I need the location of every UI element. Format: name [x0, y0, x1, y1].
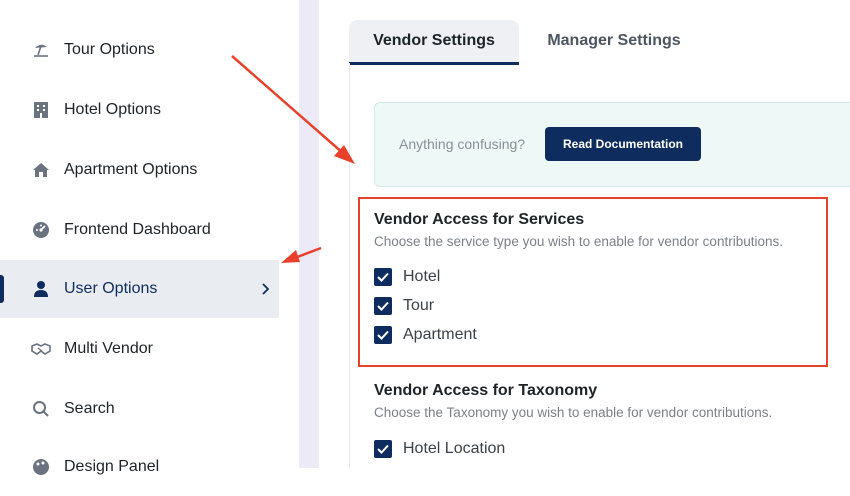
sidebar-item-design-panel[interactable]: Design Panel: [0, 438, 279, 496]
tab-vendor-settings[interactable]: Vendor Settings: [349, 20, 519, 65]
sidebar-item-multi-vendor[interactable]: Multi Vendor: [0, 320, 279, 378]
sidebar-item-label: Tour Options: [64, 41, 155, 58]
dashboard-gauge-icon: [31, 220, 51, 240]
sidebar-item-apartment-options[interactable]: Apartment Options: [0, 141, 279, 199]
sidebar-item-tour-options[interactable]: Tour Options: [0, 21, 279, 79]
panel-border: [349, 63, 350, 468]
chevron-right-icon: [258, 280, 272, 298]
sidebar: Tour Options Hotel Options Apartment Opt…: [0, 0, 279, 475]
checkmark-icon[interactable]: [374, 440, 392, 458]
notice-text: Anything confusing?: [399, 136, 526, 152]
active-indicator: [0, 275, 4, 303]
sidebar-item-label: Design Panel: [64, 458, 160, 475]
section-title-taxonomy: Vendor Access for Taxonomy: [374, 382, 598, 399]
user-icon: [31, 279, 51, 299]
home-icon: [31, 160, 51, 180]
sidebar-item-hotel-options[interactable]: Hotel Options: [0, 81, 279, 139]
sidebar-item-label: Multi Vendor: [64, 340, 153, 357]
sidebar-item-user-options[interactable]: User Options: [0, 260, 279, 318]
tab-manager-settings[interactable]: Manager Settings: [519, 20, 709, 62]
sidebar-item-label: Frontend Dashboard: [64, 221, 211, 238]
checkbox-hotel-location[interactable]: Hotel Location: [374, 439, 505, 459]
building-icon: [31, 100, 51, 120]
sidebar-item-label: User Options: [64, 280, 158, 297]
sidebar-divider: [299, 0, 319, 468]
sidebar-item-frontend-dashboard[interactable]: Frontend Dashboard: [0, 201, 279, 259]
sidebar-item-label: Search: [64, 400, 115, 417]
palette-icon: [31, 457, 51, 477]
search-icon: [31, 399, 51, 419]
checkbox-label: Hotel Location: [403, 440, 506, 457]
handshake-icon: [31, 339, 51, 359]
documentation-notice: Anything confusing? Read Documentation: [374, 102, 850, 187]
section-desc-taxonomy: Choose the Taxonomy you wish to enable f…: [374, 405, 773, 420]
annotation-highlight-box: [358, 197, 828, 367]
sidebar-item-label: Apartment Options: [64, 161, 198, 178]
read-documentation-button[interactable]: Read Documentation: [545, 127, 701, 161]
sidebar-item-label: Hotel Options: [64, 101, 161, 118]
sidebar-item-search[interactable]: Search: [0, 380, 279, 438]
beach-umbrella-icon: [31, 40, 51, 60]
